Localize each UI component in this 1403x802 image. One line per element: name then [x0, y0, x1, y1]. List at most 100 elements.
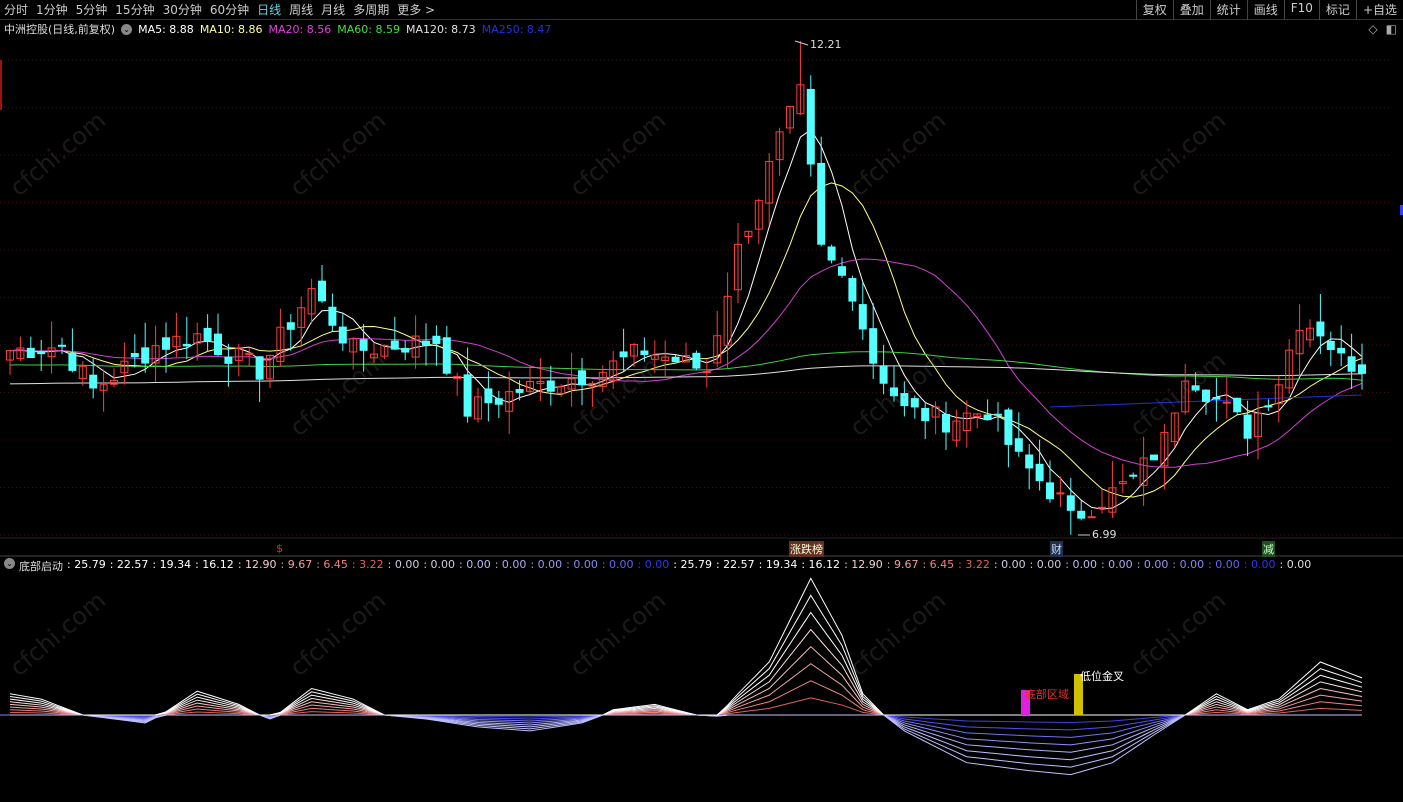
candle-down	[58, 344, 66, 347]
candle-down	[1025, 454, 1034, 469]
indicator-value: : 0.00	[1100, 558, 1133, 571]
candle-up	[1056, 492, 1065, 495]
candle-down	[1077, 510, 1086, 519]
candle-down	[286, 322, 295, 330]
candle-down	[224, 356, 233, 364]
indicator-value: : 0.00	[423, 558, 456, 571]
candle-down	[1066, 495, 1075, 511]
candle-down	[1358, 364, 1366, 374]
candle-down	[692, 352, 701, 369]
indicator-value: : 22.57	[715, 558, 755, 571]
high-price-label: 12.21	[810, 38, 842, 51]
indicator-value: : 0.00	[530, 558, 563, 571]
candle-down	[318, 280, 326, 302]
candle-up	[1098, 506, 1106, 509]
candle-down	[1212, 397, 1221, 400]
scroll-marker	[0, 60, 2, 110]
indicator-value: : 6.45	[922, 558, 955, 571]
candle-down	[442, 337, 451, 374]
indicator-value: : 9.67	[280, 558, 313, 571]
candle-down	[910, 398, 919, 408]
candle-down	[858, 304, 867, 330]
indicator-value: : 25.79	[67, 558, 106, 571]
candle-down	[1191, 385, 1200, 391]
candle-down	[515, 389, 524, 393]
candle-down	[1347, 356, 1356, 372]
candle-down	[1316, 321, 1325, 337]
candle-down	[1326, 340, 1335, 350]
indicator-value: : 16.12	[195, 558, 234, 571]
candle-down	[838, 266, 846, 276]
indicator-value: : 19.34	[152, 558, 192, 571]
candle-up	[702, 371, 711, 374]
candle-down	[1014, 438, 1023, 452]
candle-down	[214, 333, 222, 356]
indicator-value: : 0.00	[1279, 558, 1312, 571]
candle-down	[1337, 347, 1346, 354]
candle-down	[1202, 389, 1210, 402]
indicator-value: : 6.45	[316, 558, 348, 571]
candle-down	[619, 351, 628, 358]
candle-down	[640, 350, 649, 355]
indicator-info-line: ⌄ 底部启动 : 25.79: 22.57: 19.34: 16.12: 12.…	[4, 558, 1311, 574]
indicator-negative-line	[10, 714, 1362, 753]
indicator-positive-line	[9, 680, 1363, 716]
ma5-line	[9, 129, 1363, 510]
marker-dollar[interactable]: $	[275, 542, 284, 555]
indicator-value: : 3.22	[958, 558, 990, 571]
golden-cross-label: 低位金叉	[1080, 670, 1124, 683]
indicator-value: : 0.00	[1065, 558, 1097, 571]
candle-down	[494, 398, 503, 405]
candlestick-chart[interactable]	[0, 0, 1403, 802]
indicator-value: : 0.00	[1208, 558, 1240, 571]
candle-down	[1150, 454, 1158, 461]
indicator-value: : 0.00	[494, 558, 527, 571]
indicator-values: : 25.79: 22.57: 19.34: 16.12: 12.90: 9.6…	[63, 558, 1311, 574]
ma10-line	[9, 182, 1363, 498]
indicator-value: : 0.00	[566, 558, 598, 571]
indicator-value: : 12.90	[237, 558, 277, 571]
candle-down	[68, 352, 77, 371]
indicator-value: : 16.12	[801, 558, 841, 571]
candle-down	[338, 326, 347, 344]
indicator-value: : 22.57	[109, 558, 149, 571]
indicator-positive-line	[9, 663, 1363, 716]
indicator-value: : 19.34	[758, 558, 798, 571]
candle-down	[1243, 414, 1252, 439]
marker-reduce[interactable]: 减	[1262, 541, 1275, 557]
candle-down	[255, 356, 264, 380]
candle-down	[89, 374, 98, 389]
indicator-value: : 0.00	[1029, 558, 1062, 571]
candle-down	[1129, 474, 1138, 477]
candle-down	[484, 388, 493, 404]
candle-down	[26, 347, 35, 359]
collapse-icon[interactable]: ⌄	[4, 558, 15, 569]
indicator-value: : 0.00	[387, 558, 420, 571]
marker-rank[interactable]: 涨跌榜	[789, 541, 824, 557]
indicator-value: : 0.00	[993, 558, 1026, 571]
candle-down	[827, 246, 836, 261]
indicator-positive-line	[9, 577, 1363, 716]
candle-down	[37, 352, 46, 355]
candle-down	[141, 347, 150, 364]
candle-down	[890, 387, 898, 397]
indicator-value: : 0.00	[1136, 558, 1169, 571]
candle-up	[1222, 401, 1231, 404]
candle-down	[1004, 409, 1013, 445]
candle-down	[921, 407, 930, 422]
indicator-positive-line	[9, 628, 1363, 716]
candle-down	[422, 340, 430, 346]
candle-down	[942, 413, 950, 433]
candle-down	[578, 370, 586, 386]
indicator-value: : 12.90	[844, 558, 883, 571]
indicator-value: : 25.79	[673, 558, 712, 571]
marker-finance[interactable]: 财	[1050, 541, 1063, 557]
indicator-value: : 0.00	[459, 558, 491, 571]
candle-down	[359, 339, 368, 351]
candle-down	[182, 343, 191, 347]
candle-down	[1046, 482, 1054, 500]
candle-down	[432, 335, 441, 344]
indicator-value: : 0.00	[1172, 558, 1205, 571]
indicator-value: : 3.22	[351, 558, 384, 571]
high-pointer	[794, 40, 809, 46]
